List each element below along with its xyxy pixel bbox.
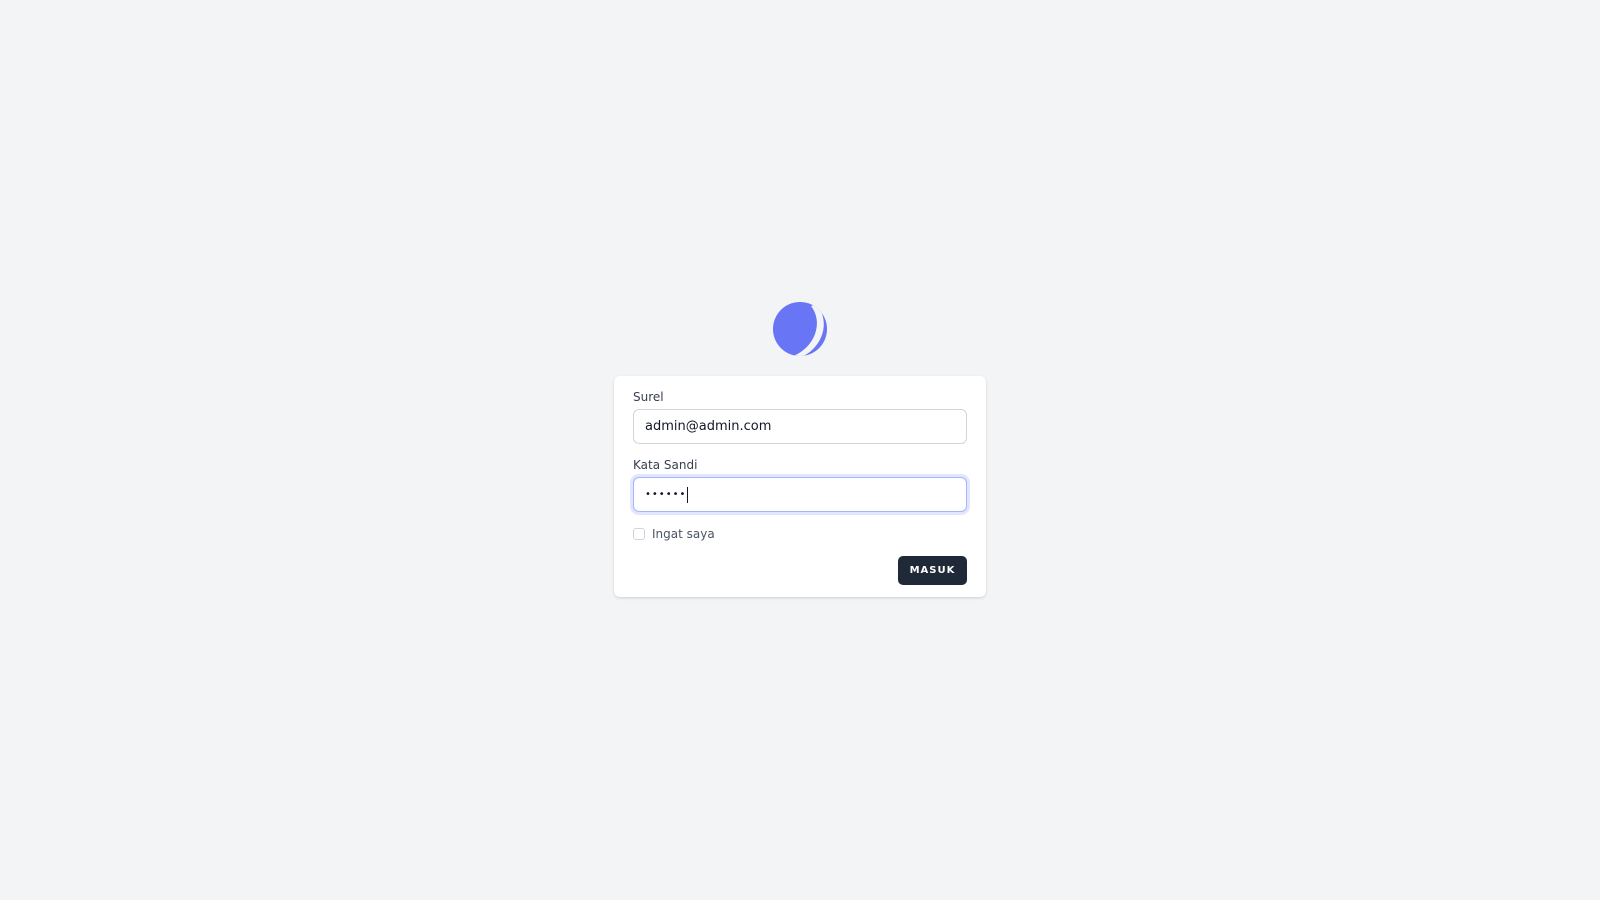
logo-icon bbox=[773, 302, 827, 356]
login-button[interactable]: MASUK bbox=[898, 556, 967, 585]
password-masked-value: •••••• bbox=[645, 489, 687, 500]
text-caret bbox=[687, 486, 689, 503]
login-card: Surel admin@admin.com Kata Sandi •••••• … bbox=[614, 376, 986, 597]
email-field[interactable]: admin@admin.com bbox=[633, 409, 967, 444]
remember-checkbox[interactable] bbox=[633, 528, 645, 540]
password-field[interactable]: •••••• bbox=[633, 477, 967, 512]
email-value: admin@admin.com bbox=[645, 419, 772, 434]
remember-me[interactable]: Ingat saya bbox=[633, 527, 715, 541]
remember-label: Ingat saya bbox=[652, 527, 715, 541]
email-label: Surel bbox=[633, 390, 664, 404]
password-label: Kata Sandi bbox=[633, 458, 698, 472]
login-page: Surel admin@admin.com Kata Sandi •••••• … bbox=[0, 0, 1600, 900]
